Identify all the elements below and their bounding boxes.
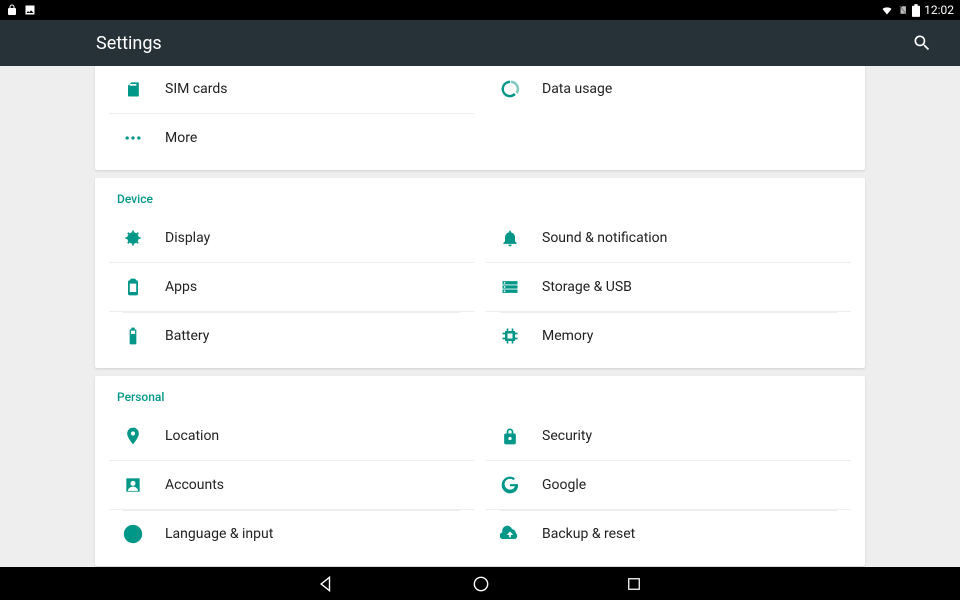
item-label: Storage & USB [542,279,632,295]
app-bar: Settings [0,20,960,66]
settings-item-sim-cards[interactable]: SIM cards [109,66,474,113]
item-label: Backup & reset [542,526,635,542]
storage-icon [500,277,542,297]
settings-content[interactable]: SIM cards More Data usage [0,66,960,567]
memory-icon [500,326,542,346]
accounts-icon [123,475,165,495]
google-icon [500,475,542,495]
settings-item-more[interactable]: More [109,113,474,162]
apps-icon [123,277,165,297]
item-label: Security [542,428,592,444]
item-label: Battery [165,328,209,344]
no-sim-icon [898,4,908,16]
back-icon [317,574,337,594]
battery-status-icon [912,4,920,17]
settings-item-display[interactable]: Display [109,214,474,262]
home-icon [471,574,491,594]
item-label: Data usage [542,81,612,97]
settings-item-sound[interactable]: Sound & notification [486,214,851,262]
security-icon [500,426,542,446]
settings-item-data-usage[interactable]: Data usage [486,66,851,113]
wifi-icon [880,4,894,16]
picture-icon [24,4,36,16]
settings-item-location[interactable]: Location [109,412,474,460]
battery-icon [123,326,165,346]
item-label: Apps [165,279,197,295]
section-header-personal: Personal [95,376,865,412]
navigation-bar [0,567,960,600]
backup-icon [500,524,542,544]
section-wireless: SIM cards More Data usage [95,66,865,170]
settings-item-google[interactable]: Google [486,460,851,509]
settings-item-storage[interactable]: Storage & USB [486,262,851,311]
item-label: Memory [542,328,593,344]
item-label: Location [165,428,219,444]
search-button[interactable] [904,25,940,61]
settings-item-backup[interactable]: Backup & reset [486,509,851,558]
section-personal: Personal Location Accounts [95,376,865,566]
item-label: Accounts [165,477,224,493]
page-title: Settings [96,33,162,54]
search-icon [912,33,932,53]
section-device: Device Display Apps [95,178,865,368]
nav-recent-button[interactable] [613,569,655,599]
section-header-device: Device [95,178,865,214]
language-icon [123,524,165,544]
item-label: Language & input [165,526,273,542]
settings-item-battery[interactable]: Battery [109,311,474,360]
settings-item-accounts[interactable]: Accounts [109,460,474,509]
clock: 12:02 [924,3,954,17]
item-label: More [165,130,197,146]
data-usage-icon [500,79,542,99]
sound-icon [500,228,542,248]
location-icon [123,426,165,446]
sim-icon [123,79,165,99]
settings-item-memory[interactable]: Memory [486,311,851,360]
item-label: SIM cards [165,81,228,97]
lock-icon [6,4,18,16]
settings-item-security[interactable]: Security [486,412,851,460]
recent-icon [625,575,643,593]
settings-item-apps[interactable]: Apps [109,262,474,311]
more-icon [123,128,165,148]
display-icon [123,228,165,248]
status-bar: 12:02 [0,0,960,20]
nav-back-button[interactable] [305,568,349,600]
item-label: Display [165,230,210,246]
item-label: Google [542,477,586,493]
nav-home-button[interactable] [459,568,503,600]
settings-item-language[interactable]: Language & input [109,509,474,558]
item-label: Sound & notification [542,230,667,246]
